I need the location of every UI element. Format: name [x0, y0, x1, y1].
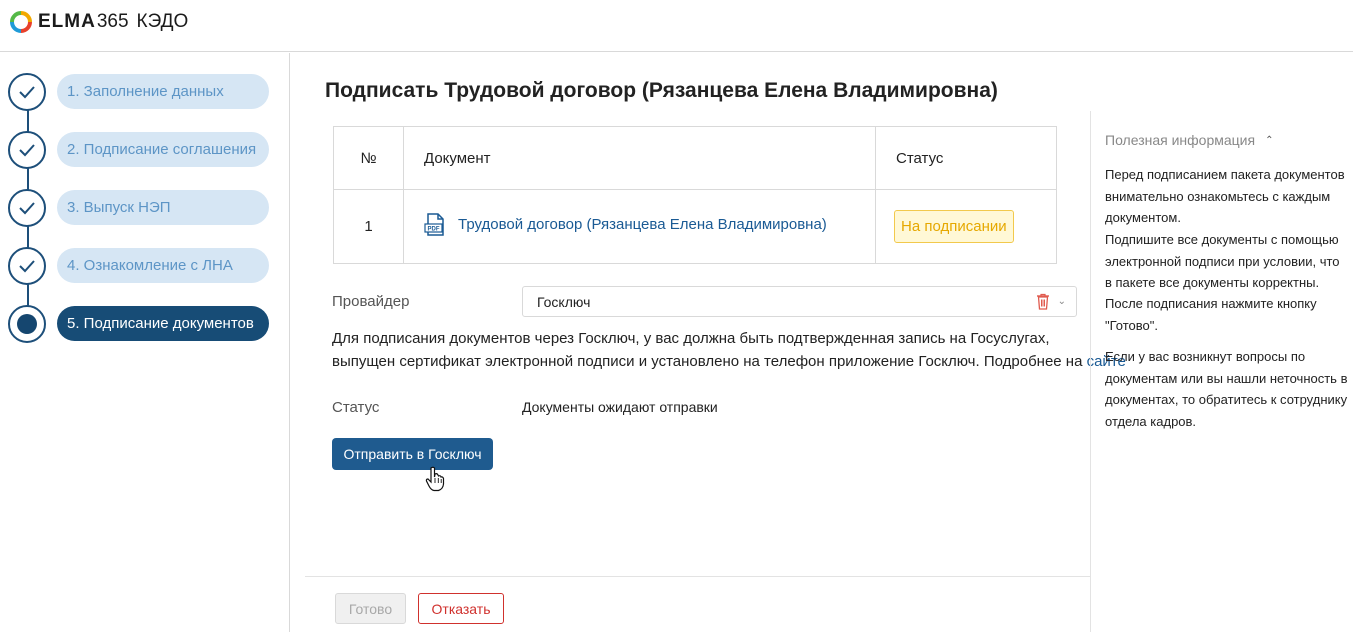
chevron-down-icon[interactable]: ⌄: [1058, 296, 1066, 307]
step-current-indicator: [8, 305, 46, 343]
info-line-text: выпущен сертификат электронной подписи и…: [332, 353, 1083, 370]
step-label: 1. Заполнение данных: [57, 74, 269, 109]
step-3[interactable]: 3. Выпуск НЭП: [8, 189, 269, 227]
column-header-document: Документ: [403, 126, 876, 190]
row-number: 1: [333, 189, 404, 264]
send-to-goskey-button[interactable]: Отправить в Госключ: [332, 438, 493, 470]
table-row: 1 PDF Трудовой договор (Рязанцева Елена …: [333, 189, 1057, 264]
useful-info-toggle[interactable]: Полезная информация ⌃: [1105, 132, 1273, 148]
status-label: Статус: [332, 399, 380, 416]
side-panel-divider: [1090, 111, 1091, 632]
info-line: Для подписания документов через Госключ,…: [332, 330, 1050, 347]
logo-number: 365: [96, 11, 129, 32]
document-cell: PDF Трудовой договор (Рязанцева Елена Вл…: [403, 189, 876, 264]
step-label: 4. Ознакомление с ЛНА: [57, 248, 269, 283]
svg-text:PDF: PDF: [428, 226, 440, 232]
status-value: Документы ожидают отправки: [522, 399, 718, 415]
step-label: 5. Подписание документов: [57, 306, 269, 341]
step-5[interactable]: 5. Подписание документов: [8, 305, 269, 343]
step-label: 3. Выпуск НЭП: [57, 190, 269, 225]
step-done-indicator: [8, 189, 46, 227]
step-done-indicator: [8, 73, 46, 111]
stepper-panel: 1. Заполнение данных 2. Подписание согла…: [0, 53, 290, 632]
hand-cursor-icon: [425, 466, 445, 492]
step-2[interactable]: 2. Подписание соглашения: [8, 131, 269, 169]
check-icon: [19, 144, 35, 157]
check-icon: [19, 86, 35, 99]
info-line: выпущен сертификат электронной подписи и…: [332, 350, 1126, 373]
step-done-indicator: [8, 131, 46, 169]
info-paragraph: После подписания нажмите кнопку "Готово"…: [1105, 296, 1317, 333]
provider-select[interactable]: Госключ ⌄: [522, 286, 1077, 317]
trash-icon[interactable]: [1036, 293, 1050, 310]
ready-button[interactable]: Готово: [335, 593, 406, 624]
chevron-up-icon: ⌃: [1265, 134, 1274, 146]
document-link[interactable]: PDF Трудовой договор (Рязанцева Елена Вл…: [424, 212, 827, 237]
step-done-indicator: [8, 247, 46, 285]
status-badge: На подписании: [894, 210, 1014, 243]
reject-button[interactable]: Отказать: [418, 593, 504, 624]
info-paragraph: Перед подписанием пакета документов вним…: [1105, 167, 1345, 225]
documents-table: № Документ Статус 1 PDF Трудовой договор…: [333, 126, 1057, 264]
provider-value: Госключ: [537, 293, 591, 310]
pdf-icon: PDF: [424, 212, 444, 236]
step-4[interactable]: 4. Ознакомление с ЛНА: [8, 247, 269, 285]
provider-label: Провайдер: [332, 293, 410, 310]
column-header-status: Статус: [875, 126, 1057, 190]
page-title: Подписать Трудовой договор (Рязанцева Ел…: [325, 79, 998, 102]
step-1[interactable]: 1. Заполнение данных: [8, 73, 269, 111]
logo[interactable]: ELMA 365 КЭДО: [10, 11, 188, 33]
check-icon: [19, 202, 35, 215]
status-cell: На подписании: [875, 189, 1057, 264]
check-icon: [19, 260, 35, 273]
product-name: КЭДО: [136, 11, 189, 32]
step-label: 2. Подписание соглашения: [57, 132, 269, 167]
table-header-row: № Документ Статус: [333, 126, 1057, 190]
logo-brand: ELMA: [38, 11, 96, 32]
document-name: Трудовой договор (Рязанцева Елена Владим…: [458, 216, 827, 233]
elma-logo-icon: [10, 11, 32, 33]
info-paragraph: Если у вас возникнут вопросы по документ…: [1105, 349, 1348, 429]
footer-divider: [305, 576, 1090, 577]
app-header: ELMA 365 КЭДО: [0, 0, 1353, 52]
provider-info-text: Для подписания документов через Госключ,…: [332, 327, 1126, 373]
column-header-number: №: [333, 126, 404, 190]
info-paragraph: Подпишите все документы с помощью электр…: [1105, 232, 1340, 290]
useful-info-title: Полезная информация: [1105, 132, 1256, 148]
